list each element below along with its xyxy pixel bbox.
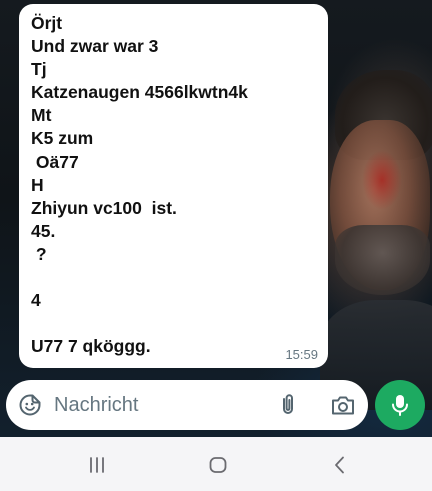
message-line: H xyxy=(31,174,44,195)
message-line xyxy=(31,312,316,335)
message-line: Tj xyxy=(31,59,47,80)
message-line: 45. xyxy=(31,220,56,241)
message-line: Katzenaugen 4566lkwtn4k xyxy=(31,82,248,103)
message-composer[interactable]: Nachricht xyxy=(6,380,368,430)
message-line: K5 zum xyxy=(31,128,94,149)
message-line: 4 xyxy=(31,290,41,311)
message-line: Örjt xyxy=(31,13,63,33)
message-text: Örjt Und zwar war 3 Tj Katzenaugen 4566l… xyxy=(31,12,316,358)
message-line: Und zwar war 3 xyxy=(31,36,159,57)
back-icon[interactable] xyxy=(328,453,352,477)
paperclip-icon[interactable] xyxy=(276,392,300,418)
recent-apps-icon[interactable] xyxy=(85,453,109,477)
message-bubble[interactable]: Örjt Und zwar war 3 Tj Katzenaugen 4566l… xyxy=(19,4,328,368)
microphone-button[interactable] xyxy=(375,380,425,430)
message-input[interactable]: Nachricht xyxy=(54,394,138,416)
sticker-emoji-icon[interactable] xyxy=(18,393,42,417)
camera-icon[interactable] xyxy=(330,393,356,417)
system-navigation-bar xyxy=(0,437,432,491)
message-line: U77 7 qköggg. xyxy=(31,336,151,357)
microphone-icon xyxy=(392,395,408,416)
message-line: Mt xyxy=(31,105,52,126)
home-icon[interactable] xyxy=(206,453,230,477)
message-line xyxy=(31,266,316,289)
message-timestamp: 15:59 xyxy=(285,347,318,362)
message-line: Oä77 xyxy=(31,151,79,172)
message-line: ? xyxy=(31,243,47,264)
message-line: Zhiyun vc100 ist. xyxy=(31,197,177,218)
wallpaper-detail-shape xyxy=(362,150,402,210)
wallpaper-beard-shape xyxy=(335,225,430,295)
